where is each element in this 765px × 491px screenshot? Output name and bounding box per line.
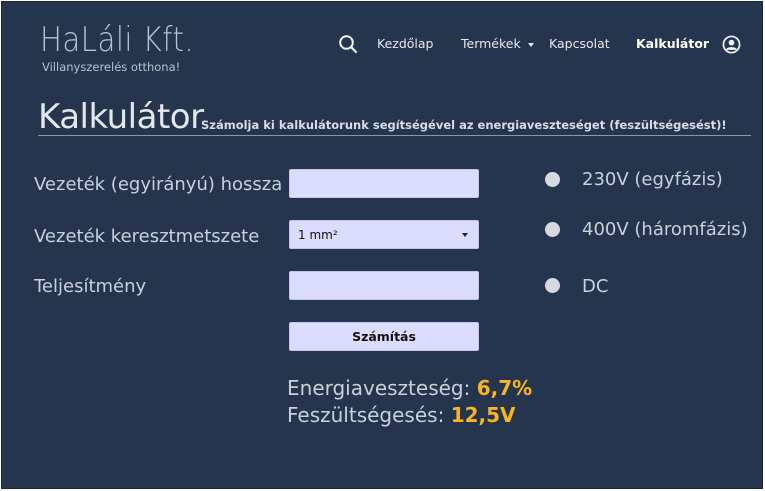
cross-section-value: 1 mm² (298, 227, 338, 242)
chevron-down-icon (462, 232, 468, 237)
cross-section-label: Vezeték keresztmetszete (34, 226, 260, 247)
radio-400v-label[interactable]: 400V (háromfázis) (582, 219, 748, 240)
chevron-down-icon (527, 42, 534, 47)
nav-products-label: Termékek (461, 36, 521, 51)
nav-bar: Kezdőlap Termékek Kapcsolat Kalkulátor (2, 32, 762, 56)
power-label: Teljesítmény (34, 276, 147, 297)
energy-loss-result: Energiaveszteség: 6,7% (287, 376, 532, 400)
nav-products[interactable]: Termékek (461, 36, 534, 51)
page-frame: HaLáli Kft. Villanyszerelés otthona! Kez… (1, 1, 763, 489)
nav-contact[interactable]: Kapcsolat (549, 36, 610, 51)
radio-dc[interactable] (545, 278, 560, 293)
voltage-drop-value: 12,5V (450, 403, 516, 427)
power-input[interactable] (289, 271, 479, 300)
nav-contact-label: Kapcsolat (549, 36, 610, 51)
page-subtitle: Számolja ki kalkulátorunk segítségével a… (201, 118, 727, 132)
search-icon[interactable] (338, 34, 358, 54)
energy-loss-label: Energiaveszteség: (287, 376, 471, 400)
cross-section-select[interactable]: 1 mm² (289, 220, 479, 249)
tagline: Villanyszerelés otthona! (42, 60, 181, 74)
voltage-drop-result: Feszültségesés: 12,5V (287, 403, 516, 427)
nav-calculator-label: Kalkulátor (636, 36, 710, 51)
length-input[interactable] (289, 169, 479, 198)
nav-home-label: Kezdőlap (377, 36, 434, 51)
radio-dc-label[interactable]: DC (582, 276, 608, 297)
nav-calculator[interactable]: Kalkulátor (636, 36, 709, 51)
calculate-button-label: Számítás (352, 329, 416, 344)
divider (38, 135, 751, 136)
energy-loss-value: 6,7% (476, 376, 533, 400)
nav-home[interactable]: Kezdőlap (377, 36, 433, 51)
page-title: Kalkulátor (38, 97, 204, 137)
radio-230v[interactable] (545, 172, 560, 187)
radio-230v-label[interactable]: 230V (egyfázis) (582, 169, 723, 190)
radio-400v[interactable] (545, 222, 560, 237)
calculate-button[interactable]: Számítás (289, 322, 479, 351)
user-account-icon[interactable] (722, 35, 741, 54)
length-label: Vezeték (egyirányú) hossza (34, 174, 283, 195)
voltage-drop-label: Feszültségesés: (287, 403, 445, 427)
